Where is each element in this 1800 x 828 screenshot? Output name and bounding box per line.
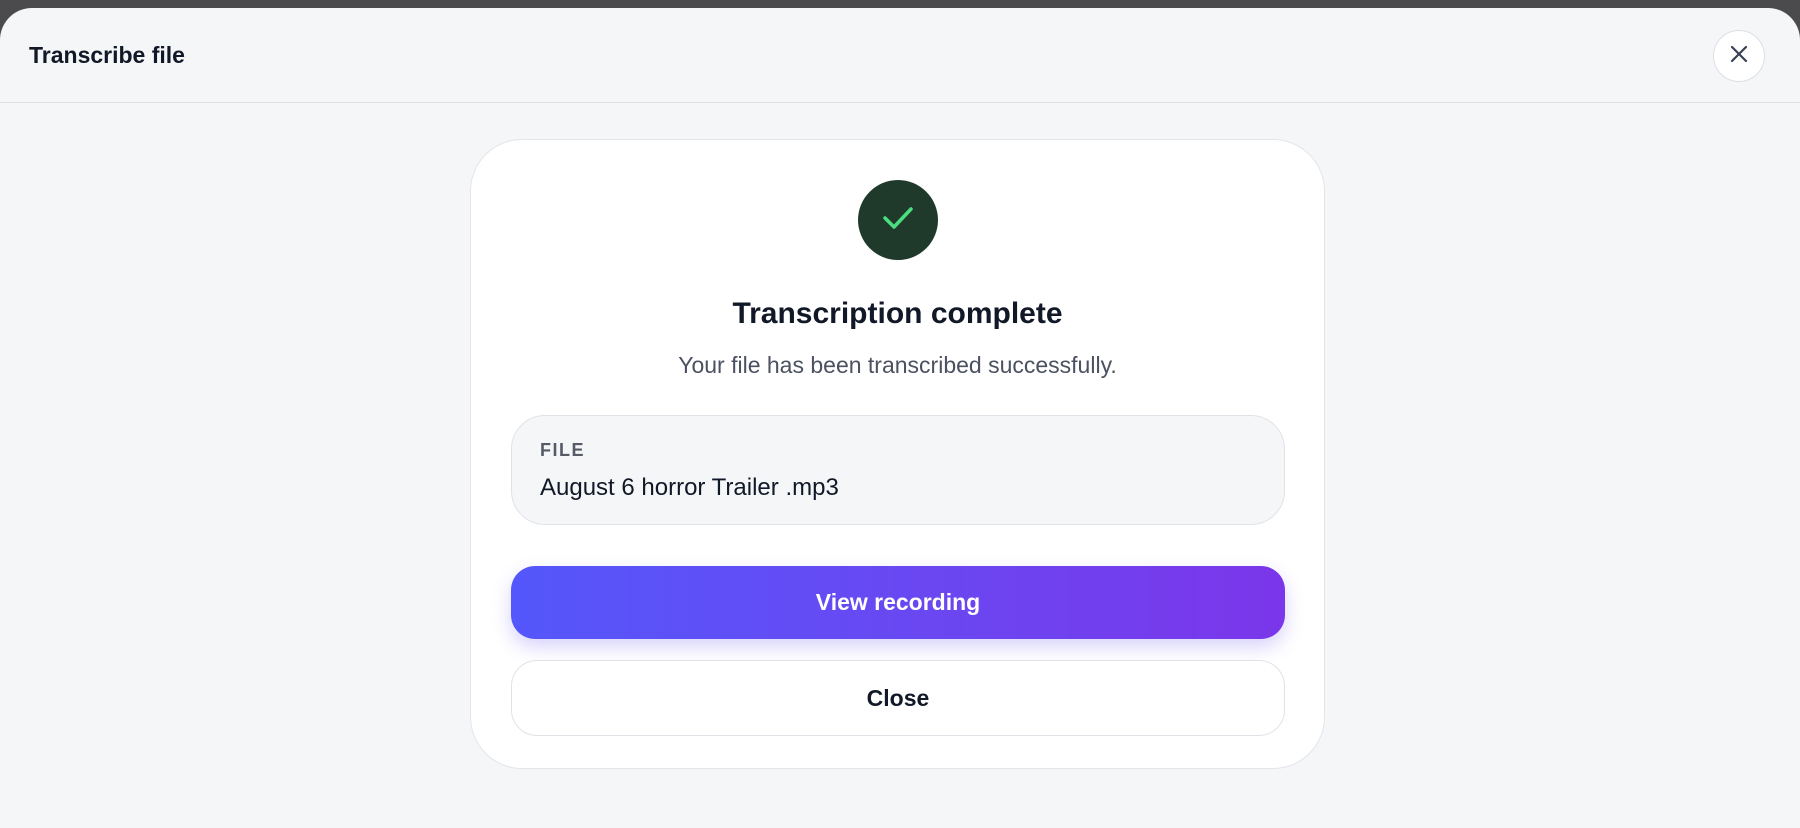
success-badge <box>858 180 938 260</box>
modal-header: Transcribe file <box>0 8 1800 103</box>
status-title: Transcription complete <box>732 297 1063 330</box>
file-info-box: FILE August 6 horror Trailer .mp3 <box>511 415 1285 525</box>
modal-title: Transcribe file <box>29 42 185 68</box>
status-subtitle: Your file has been transcribed successfu… <box>678 352 1117 378</box>
transcribe-modal: Transcribe file Transcription complete Y… <box>0 8 1800 828</box>
file-label: FILE <box>540 440 585 460</box>
check-icon <box>882 205 914 236</box>
result-card: Transcription complete Your file has bee… <box>470 139 1325 769</box>
view-recording-button[interactable]: View recording <box>511 566 1285 639</box>
close-button[interactable]: Close <box>511 660 1285 736</box>
file-name: August 6 horror Trailer .mp3 <box>540 474 839 501</box>
close-modal-button[interactable] <box>1713 30 1765 82</box>
close-icon <box>1730 45 1748 68</box>
